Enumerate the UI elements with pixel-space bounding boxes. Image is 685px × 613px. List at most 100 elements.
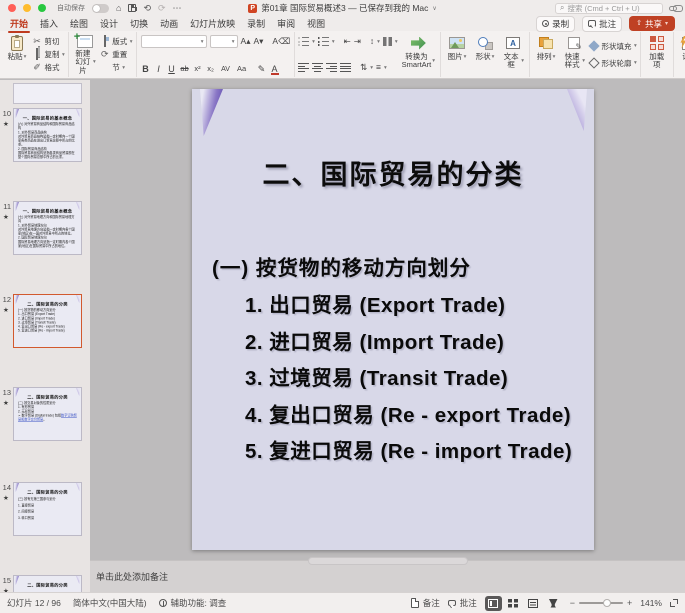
subscript-button[interactable]: x₂ <box>206 65 216 73</box>
share-link-icon[interactable] <box>669 6 677 11</box>
designer-button[interactable]: 设计器 <box>677 34 685 75</box>
align-center-button[interactable] <box>312 63 323 72</box>
tab-review[interactable]: 审阅 <box>277 17 295 30</box>
zoom-window-button[interactable] <box>38 4 46 12</box>
tab-view[interactable]: 视图 <box>307 17 325 30</box>
numbering-button[interactable] <box>318 37 329 46</box>
shrink-font-button[interactable]: A▾ <box>253 37 263 46</box>
more-commands-icon[interactable]: ⋯ <box>173 4 182 13</box>
tab-animations[interactable]: 动画 <box>160 17 178 30</box>
comments-button[interactable]: 批注 <box>582 16 622 32</box>
tab-slideshow[interactable]: 幻灯片放映 <box>190 17 235 30</box>
thumbnail-slide-12-selected[interactable]: 二、国际贸易的分类 (一) 按货物的移动方向划分 1. 出口贸易 (Export… <box>13 294 82 348</box>
convert-to-smartart-button[interactable]: 转换为SmartArt▾ <box>400 34 437 75</box>
share-button[interactable]: ⇧ 共享 ▾ <box>629 16 675 31</box>
columns-button[interactable] <box>383 37 392 46</box>
shapes-button[interactable]: 形状▾ <box>472 34 498 75</box>
change-case-button[interactable]: Aa <box>236 65 248 73</box>
shape-outline-button[interactable]: 形状轮廓▾ <box>589 57 637 70</box>
strikethrough-button[interactable]: ab <box>180 65 190 73</box>
justify-button[interactable] <box>340 63 351 72</box>
reading-view-button[interactable] <box>525 596 542 611</box>
document-title[interactable]: 第01章 国际贸易概述3 — 已保存到我的 Mac <box>261 2 428 14</box>
close-window-button[interactable] <box>8 4 16 12</box>
notes-pane[interactable]: 单击此处添加备注 <box>90 560 685 592</box>
zoom-level[interactable]: 141% <box>640 598 662 608</box>
zoom-slider-thumb[interactable] <box>603 599 611 607</box>
bold-button[interactable]: B <box>141 65 151 74</box>
document-title-chevron-icon[interactable]: ∨ <box>432 5 436 12</box>
comments-toggle-button[interactable]: 批注 <box>448 597 477 609</box>
grow-font-button[interactable]: A▴ <box>241 37 251 46</box>
home-icon[interactable]: ⌂ <box>116 4 121 13</box>
tab-record[interactable]: 录制 <box>247 17 265 30</box>
undo-icon[interactable]: ⟲ <box>143 4 151 13</box>
superscript-button[interactable]: x² <box>193 65 203 73</box>
tab-design[interactable]: 设计 <box>100 17 118 30</box>
copy-button[interactable]: 复制▾ <box>32 48 65 61</box>
animation-star-icon: ★ <box>3 399 9 407</box>
new-slide-button[interactable]: 新建幻灯片▾ <box>72 34 98 75</box>
font-name-select[interactable]: ▾ <box>141 35 207 48</box>
align-text-button[interactable]: ≡ <box>376 63 381 72</box>
arrange-button[interactable]: 排列▾ <box>533 34 559 75</box>
paste-button[interactable]: 粘贴▾ <box>4 34 30 75</box>
tab-draw[interactable]: 绘图 <box>70 17 88 30</box>
shape-fill-button[interactable]: 形状填充▾ <box>589 40 637 53</box>
notes-toggle-button[interactable]: 备注 <box>411 597 440 609</box>
clear-formatting-button[interactable]: A⌫ <box>272 37 290 46</box>
slide-counter[interactable]: 幻灯片 12 / 96 <box>7 597 61 609</box>
slide-title[interactable]: 二、国际贸易的分类 <box>192 153 594 192</box>
font-size-select[interactable]: ▾ <box>210 35 238 48</box>
thumbnail-slide-10[interactable]: 一、国际贸易的基本概念 (六) 对外贸易商品结构和国际贸易商品结构 1. 对外贸… <box>13 108 82 162</box>
slideshow-button[interactable] <box>545 596 562 611</box>
thumbnail-slide-15[interactable]: 二、国际贸易的分类 <box>13 575 82 592</box>
font-color-button[interactable]: A <box>270 64 280 74</box>
autosave-toggle[interactable] <box>92 4 109 13</box>
thumbnail-slide-11[interactable]: 一、国际贸易的基本概念 (七) 对外贸易地理方向和国际贸易地理方向 1. 对外贸… <box>13 201 82 255</box>
character-spacing-button[interactable]: AV <box>219 66 233 73</box>
tab-transitions[interactable]: 切换 <box>130 17 148 30</box>
language-indicator[interactable]: 简体中文(中国大陆) <box>73 597 147 609</box>
textbox-button[interactable]: 文本框▾ <box>500 34 526 75</box>
minimize-window-button[interactable] <box>23 4 31 12</box>
section-button[interactable]: 节▾ <box>100 61 133 74</box>
align-right-button[interactable] <box>326 63 337 72</box>
align-left-button[interactable] <box>298 63 309 72</box>
slide-sorter-view-button[interactable] <box>505 596 522 611</box>
slide-canvas[interactable]: 二、国际贸易的分类 (一) 按货物的移动方向划分 1. 出口贸易 (Export… <box>192 89 594 550</box>
addins-button[interactable]: 加载项 <box>644 34 670 75</box>
fit-slide-to-window-icon[interactable] <box>670 599 678 607</box>
thumbnail-partial[interactable] <box>13 83 82 104</box>
redo-icon[interactable]: ⟳ <box>158 4 166 13</box>
save-icon[interactable] <box>128 4 136 12</box>
zoom-out-button[interactable]: − <box>570 598 575 608</box>
notes-resize-handle[interactable] <box>308 557 468 565</box>
italic-button[interactable]: I <box>154 65 164 74</box>
format-painter-button[interactable]: ✐格式 <box>32 61 65 74</box>
highlight-pen-button[interactable]: ✎ <box>257 65 267 74</box>
zoom-in-button[interactable]: + <box>627 598 632 608</box>
notes-placeholder[interactable]: 单击此处添加备注 <box>96 570 168 583</box>
tab-home[interactable]: 开始 <box>10 17 28 30</box>
bullets-button[interactable] <box>298 37 309 46</box>
search-input[interactable]: ⌕ 搜索 (Cmd + Ctrl + U) <box>555 3 663 14</box>
cut-button[interactable]: ✂剪切 <box>32 35 65 48</box>
normal-view-button[interactable] <box>485 596 502 611</box>
reset-button[interactable]: ⟳重置 <box>100 48 133 61</box>
thumbnail-slide-13[interactable]: 二、国际贸易的分类 (二) 按交易对象的性质划分 1. 有形贸易 2. 无形贸易… <box>13 387 82 441</box>
line-spacing-button[interactable]: ↕ <box>370 37 374 46</box>
zoom-slider[interactable] <box>579 602 623 604</box>
slide-body-textbox[interactable]: (一) 按货物的移动方向划分 1. 出口贸易 (Export Trade) 2.… <box>212 250 590 471</box>
layout-button[interactable]: 版式▾ <box>100 35 133 48</box>
outdent-button[interactable]: ⇤ <box>344 37 351 46</box>
text-direction-button[interactable]: ⇅ <box>360 63 367 72</box>
picture-button[interactable]: 图片▾ <box>444 34 470 75</box>
underline-button[interactable]: U <box>167 65 177 74</box>
quick-styles-button[interactable]: 快速样式▾ <box>561 34 587 75</box>
indent-button[interactable]: ⇥ <box>354 37 361 46</box>
record-button[interactable]: 录制 <box>536 16 575 32</box>
accessibility-status[interactable]: 辅助功能: 调查 <box>159 597 227 609</box>
tab-insert[interactable]: 插入 <box>40 17 58 30</box>
thumbnail-slide-14[interactable]: 二、国际贸易的分类 (三) 按有无第三国参与划分 1. 直接贸易 2. 间接贸易… <box>13 482 82 536</box>
